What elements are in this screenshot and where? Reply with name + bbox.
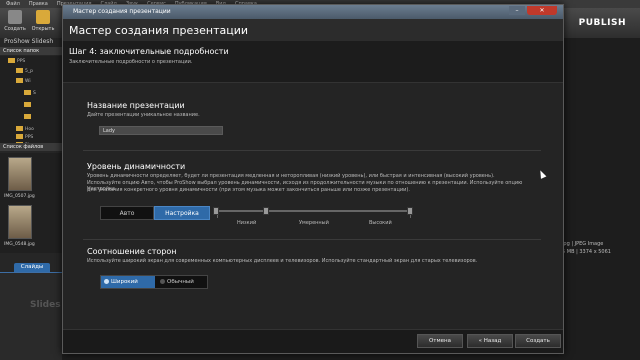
folder-icon <box>24 114 31 119</box>
file-thumbnail[interactable] <box>8 157 32 191</box>
tree-item[interactable] <box>24 102 33 108</box>
level-medium-label: Умеренный <box>299 220 329 226</box>
open-button[interactable]: Открыть <box>30 10 56 32</box>
folder-icon <box>16 134 23 139</box>
minimize-button[interactable]: – <box>509 6 525 15</box>
file-type: jpg | JPEG Image <box>562 241 604 247</box>
slider-end-knob[interactable] <box>407 207 413 215</box>
file-size: 5 MB | 3374 x 5061 <box>562 249 611 255</box>
divider <box>83 239 541 240</box>
create-show-button[interactable]: Создать <box>515 334 561 348</box>
aspect-wide-label: Широкий <box>111 279 138 285</box>
step-title: Шаг 4: заключительные подробности <box>69 47 229 56</box>
files-header: Список файлов <box>0 143 62 151</box>
folder-icon <box>24 90 31 95</box>
radio-icon <box>160 279 165 284</box>
show-name-input[interactable] <box>99 126 223 135</box>
folder-icon <box>36 10 50 24</box>
folder-icon <box>16 126 23 131</box>
folder-icon <box>16 68 23 73</box>
divider <box>83 150 541 151</box>
new-show-icon <box>8 10 22 24</box>
tree-item[interactable]: PPS <box>16 134 33 140</box>
tree-item-label: S <box>33 91 36 96</box>
file-info: jpg | JPEG Image 5 MB | 3374 x 5061 <box>562 240 611 256</box>
slider-knob[interactable] <box>262 207 269 215</box>
app-name: ProShow Slidesh <box>4 38 54 45</box>
name-section-desc: Дайте презентации уникальное название. <box>87 112 200 118</box>
file-list: IMG_0507.jpg IMG_0548.jpg <box>0 153 62 253</box>
step-header: Шаг 4: заключительные подробности Заключ… <box>63 41 563 83</box>
publish-button[interactable]: PUBLISH <box>579 18 626 28</box>
name-section-title: Название презентации <box>87 101 185 110</box>
radio-icon <box>104 279 109 284</box>
folder-tree: PPS 5_р Wi S Ноо PPS Ri <box>0 56 62 151</box>
dialog-titlebar[interactable]: Мастер создания презентации – ✕ <box>63 5 563 19</box>
file-thumbnail[interactable] <box>8 205 32 239</box>
create-button[interactable]: Создать <box>2 10 28 32</box>
dialog-window-title: Мастер создания презентации <box>73 8 171 15</box>
create-label: Создать <box>4 26 26 32</box>
folder-icon <box>24 102 31 107</box>
step-subtitle: Заключительные подробности о презентации… <box>69 59 193 65</box>
tree-item[interactable]: Wi <box>16 78 31 84</box>
dynamics-section-title: Уровень динамичности <box>87 162 186 171</box>
slides-area <box>0 272 62 360</box>
slider-end-knob[interactable] <box>213 207 219 215</box>
level-low-label: Низкий <box>237 220 257 226</box>
wizard-dialog: Мастер создания презентации – ✕ Мастер с… <box>62 4 564 354</box>
app-window: Файл Правка Презентация Слайд Звук Серви… <box>0 0 640 360</box>
tree-item-label: PPS <box>25 135 34 140</box>
folder-icon <box>8 58 15 63</box>
tree-item-label: 5_р <box>25 69 33 74</box>
file-name: IMG_0507.jpg <box>4 194 35 199</box>
tree-item-label: Wi <box>25 79 31 84</box>
dialog-header-title: Мастер создания презентации <box>69 24 249 37</box>
dialog-header: Мастер создания презентации <box>63 19 563 41</box>
folder-icon <box>16 78 23 83</box>
aspect-normal-label: Обычный <box>167 279 194 285</box>
menu-edit[interactable]: Правка <box>29 0 48 8</box>
tree-item[interactable]: 5_р <box>16 68 33 74</box>
aspect-section-title: Соотношение сторон <box>87 247 177 256</box>
auto-button[interactable]: Авто <box>100 206 154 220</box>
file-name: IMG_0548.jpg <box>4 242 35 247</box>
dynamics-desc-1: Уровень динамичности определяет, будет л… <box>87 173 495 179</box>
close-button[interactable]: ✕ <box>527 6 557 15</box>
tree-item-label: PPS <box>17 59 26 64</box>
tree-item[interactable]: Ноо <box>16 126 34 132</box>
back-button[interactable]: « Назад <box>467 334 513 348</box>
slides-placeholder: Slides <box>30 300 61 310</box>
aspect-ratio-toggle: Широкий Обычный <box>100 275 208 289</box>
left-panel: ProShow Slidesh Список папок PPS 5_р Wi … <box>0 38 62 360</box>
menu-file[interactable]: Файл <box>6 0 20 8</box>
tree-item-label: Ноо <box>25 127 34 132</box>
folders-header: Список папок <box>0 47 62 55</box>
custom-button[interactable]: Настройка <box>154 206 210 220</box>
tree-item[interactable]: PPS <box>8 58 25 64</box>
tree-item[interactable] <box>24 114 33 120</box>
tree-item[interactable]: S <box>24 90 36 96</box>
aspect-wide-option[interactable]: Широкий <box>101 276 155 288</box>
dynamics-desc-3: для указания конкретного уровня динамичн… <box>87 187 410 193</box>
open-label: Открыть <box>31 26 55 32</box>
dynamics-slider[interactable] <box>217 210 411 212</box>
level-high-label: Высокий <box>369 220 392 226</box>
aspect-normal-option[interactable]: Обычный <box>157 276 207 288</box>
tab-slides[interactable]: Слайды <box>14 263 50 272</box>
aspect-section-desc: Используйте широкий экран для современны… <box>87 258 478 264</box>
cancel-button[interactable]: Отмена <box>417 334 463 348</box>
